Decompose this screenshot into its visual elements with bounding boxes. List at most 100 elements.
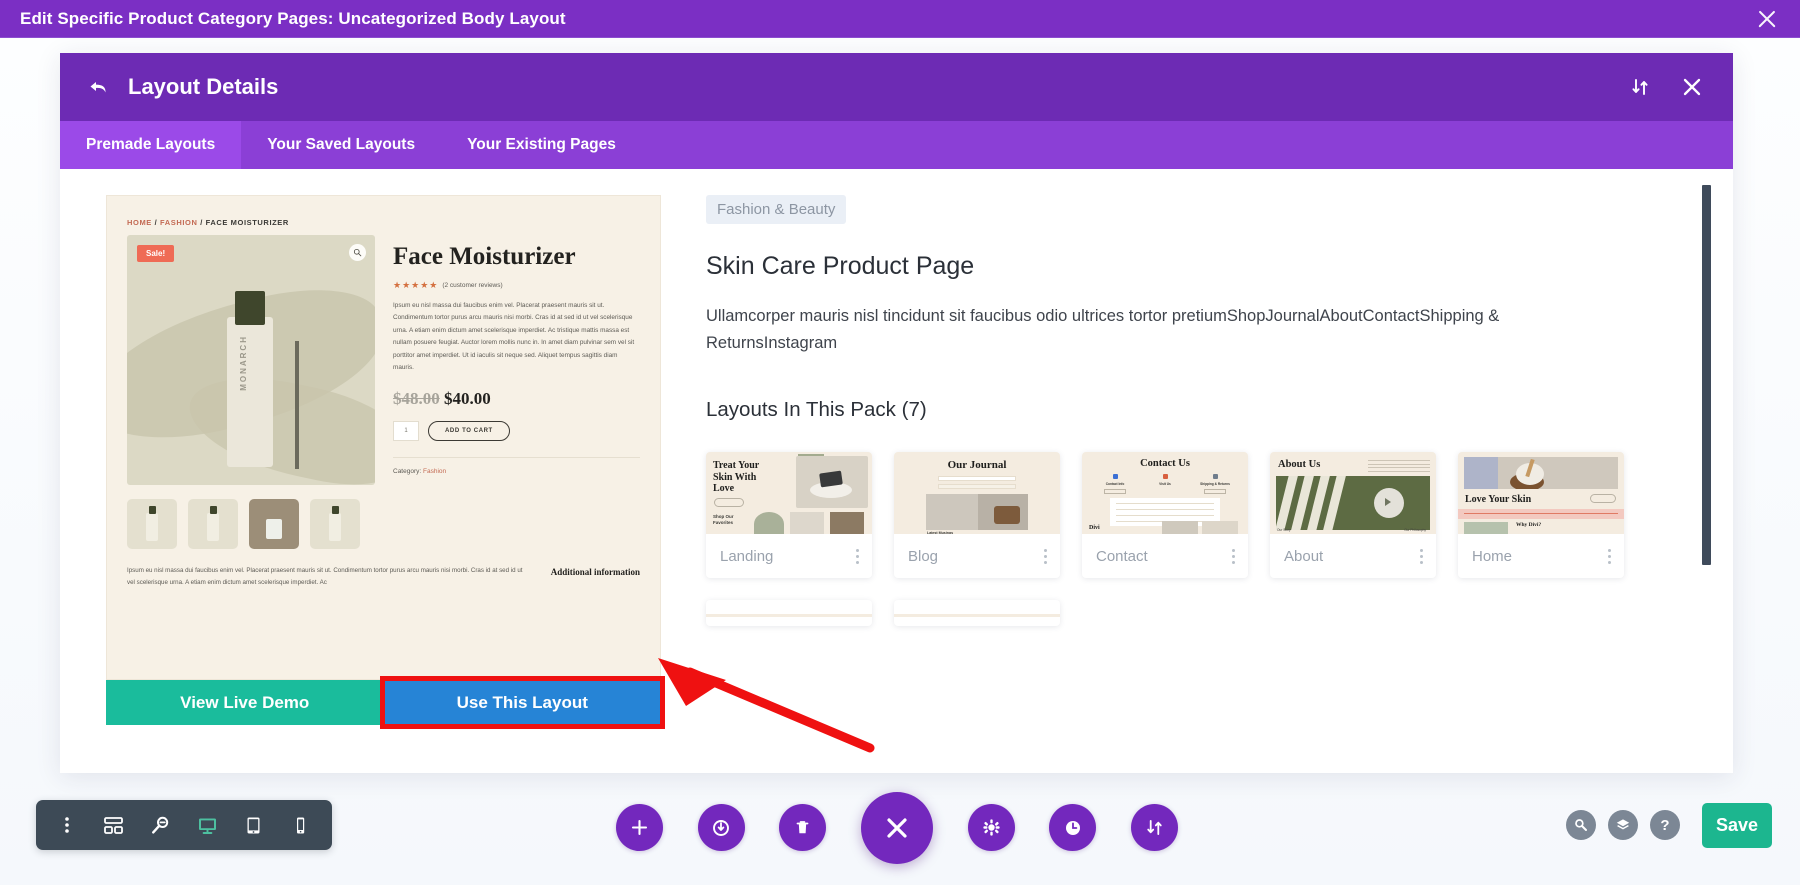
bottle-label: MONARCH [239,335,248,391]
tab-premade-layouts[interactable]: Premade Layouts [60,121,242,169]
layout-card-partial[interactable] [894,600,1060,627]
zoom-out-icon[interactable] [146,810,176,840]
thumb-block [790,512,824,535]
thumb-col: Contact Info [1092,474,1138,495]
layout-cards-row: Treat Your Skin With Love Shop Our Favorite… [706,452,1733,579]
layout-card-footer: Landing [706,534,872,578]
decor-stripe [1464,457,1498,490]
trash-button[interactable] [779,804,827,851]
thumb-heading: Treat Your Skin With Love [713,460,760,494]
category-badge: Fashion & Beauty [706,195,847,224]
thumb-col-label: Visit Us [1159,482,1171,487]
search-icon[interactable] [1566,810,1596,840]
history-clock-icon[interactable] [1049,804,1097,851]
three-dots-vertical-icon[interactable] [1419,549,1423,564]
thumb-caption: Latest Musings [927,531,954,535]
play-button-icon [1374,488,1404,519]
thumb-col: Visit Us [1142,474,1188,494]
thumb-image [1464,457,1618,490]
price-new: $40.00 [444,388,491,408]
tablet-icon[interactable] [239,810,269,840]
tab-your-existing-pages[interactable]: Your Existing Pages [441,121,642,169]
tab-your-saved-layouts[interactable]: Your Saved Layouts [241,121,441,169]
magnifier-icon [349,244,366,261]
layout-card-blog[interactable]: Our Journal Latest Musings Blog [894,452,1060,579]
category-label: Category: [393,467,422,475]
preview-product-info: Face Moisturizer ★★★★★ (2 customer revie… [393,235,640,485]
product-cart-row: 1 ADD TO CART [393,420,640,441]
sort-arrows-icon[interactable] [1625,72,1655,102]
modal-close-icon[interactable] [1677,72,1707,102]
product-bottle-cap [235,291,265,325]
thumb-text-lines [1368,460,1430,474]
layout-detail-column: Fashion & Beauty Skin Care Product Page … [678,169,1733,773]
product-description: Ipsum eu nisl massa dui faucibus enim ve… [393,302,635,372]
layout-details-modal: Layout Details Premade Layouts Your Save… [60,53,1733,773]
add-to-cart-button: ADD TO CART [428,420,510,441]
thumb-col: Shipping & Returns [1192,474,1238,495]
builder-right-toolbar: ? Save [1566,800,1772,850]
quantity-input: 1 [393,420,419,441]
modal-body: HOME / FASHION / FACE MOISTURIZER MONARC… [60,169,1733,773]
page-title: Edit Specific Product Category Pages: Un… [20,8,566,28]
view-live-demo-button[interactable]: View Live Demo [106,680,384,725]
thumb-image [796,456,868,509]
three-dots-vertical-icon[interactable] [1607,549,1611,564]
add-section-button[interactable] [616,804,663,851]
scrollbar-track[interactable] [1702,185,1711,763]
product-title: Face Moisturizer [393,243,576,270]
thumb-caption: Our Story [1277,528,1291,533]
power-save-button[interactable] [697,804,745,851]
layouts-in-pack-heading: Layouts In This Pack (7) [706,398,927,422]
breadcrumb-home: HOME [127,218,152,227]
tab-label: Your Saved Layouts [267,136,416,153]
back-arrow-icon[interactable] [86,74,112,100]
thumb-col-button [1104,489,1126,495]
gear-icon[interactable] [967,804,1015,851]
thumb-heading: About Us [1278,459,1321,471]
sort-arrows-icon[interactable] [1130,804,1178,851]
breadcrumb-current: / FACE MOISTURIZER [200,218,289,227]
three-dots-vertical-icon[interactable] [855,549,859,564]
thumb-block [1202,521,1238,535]
layout-card-thumbnail: Love Your Skin Why Divi? [1458,452,1624,535]
layout-card-contact[interactable]: Contact Us Contact Info Visit Us Shippin… [1082,452,1248,579]
review-count: (2 customer reviews) [442,282,503,289]
help-icon[interactable]: ? [1650,810,1680,840]
wireframe-icon[interactable] [99,810,129,840]
layout-card-about[interactable]: About Us Our Story Our Philosophy About [1270,452,1436,579]
use-this-layout-button[interactable]: Use This Layout [379,676,665,729]
builder-center-toolbar [616,790,1178,865]
thumb-icon [1162,474,1168,480]
scrollbar-thumb[interactable] [1702,185,1711,565]
three-dots-vertical-icon[interactable] [52,810,82,840]
thumb-col-label: Shipping & Returns [1200,482,1230,487]
window-titlebar: Edit Specific Product Category Pages: Un… [0,0,1800,38]
category-value: Fashion [423,467,447,475]
preview-product-image: MONARCH Sale! [127,235,375,485]
layout-card-footer: Blog [894,534,1060,578]
phone-icon[interactable] [286,810,316,840]
thumb-field [938,476,1016,482]
preview-action-buttons: View Live Demo Use This Layout [106,676,665,729]
close-builder-button[interactable] [860,791,933,864]
help-icon-label: ? [1660,816,1670,834]
layout-preview-column: HOME / FASHION / FACE MOISTURIZER MONARC… [60,169,678,773]
layout-card-home[interactable]: Love Your Skin Why Divi? Home [1458,452,1624,579]
layers-icon[interactable] [1608,810,1638,840]
layout-card-landing[interactable]: Treat Your Skin With Love Shop Our Favorite… [706,452,872,579]
three-dots-vertical-icon[interactable] [1231,549,1235,564]
thumb-brand: Divi [1089,525,1100,532]
thumb-image [926,494,1028,531]
close-icon[interactable] [1754,6,1780,32]
product-bottle [227,317,273,467]
modal-title: Layout Details [128,74,279,99]
desktop-icon[interactable] [192,810,222,840]
save-button[interactable]: Save [1702,802,1772,848]
three-dots-vertical-icon[interactable] [1043,549,1047,564]
product-price: $48.00 $40.00 [393,389,640,409]
thumb-button [1590,494,1616,504]
thumb-block [754,512,784,535]
layout-card-partial[interactable] [706,600,872,627]
tab-label: Premade Layouts [86,136,216,153]
